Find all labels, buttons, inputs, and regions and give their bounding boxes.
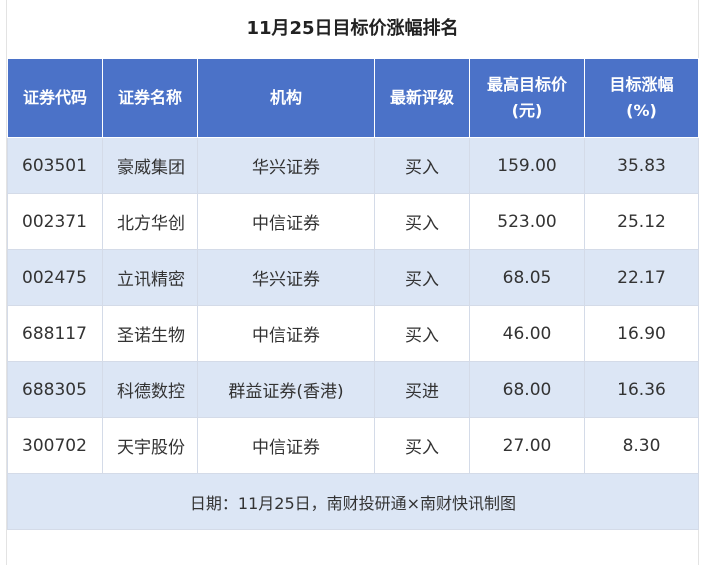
table-row: 603501 豪威集团 华兴证券 买入 159.00 35.83 — [7, 137, 699, 194]
header-code: 证券代码 — [7, 58, 103, 138]
header-rise: 目标涨幅 (%) — [584, 58, 699, 138]
cell-target: 159.00 — [469, 137, 585, 194]
cell-rise: 35.83 — [584, 137, 699, 194]
cell-target: 27.00 — [469, 417, 585, 474]
cell-code: 002371 — [7, 193, 103, 250]
cell-org: 群益证券(香港) — [197, 361, 375, 418]
cell-name: 北方华创 — [102, 193, 198, 250]
cell-name: 豪威集团 — [102, 137, 198, 194]
header-target-line1: 最高目标价 — [486, 75, 567, 94]
cell-rise: 8.30 — [584, 417, 699, 474]
cell-code: 300702 — [7, 417, 103, 474]
cell-rise: 16.90 — [584, 305, 699, 362]
cell-target: 68.05 — [469, 249, 585, 306]
header-target: 最高目标价 (元) — [469, 58, 585, 138]
footer-note: 日期：11月25日，南财投研通×南财快讯制图 — [7, 473, 699, 530]
header-name: 证券名称 — [102, 58, 198, 138]
table-card: 11月25日目标价涨幅排名 证券代码 证券名称 机构 最新评级 最高目标价 (元… — [6, 0, 699, 565]
cell-code: 688117 — [7, 305, 103, 362]
cell-target: 523.00 — [469, 193, 585, 250]
header-target-line2: (元) — [511, 101, 543, 120]
cell-name: 圣诺生物 — [102, 305, 198, 362]
cell-org: 中信证券 — [197, 305, 375, 362]
cell-rise: 16.36 — [584, 361, 699, 418]
table-row: 688305 科德数控 群益证券(香港) 买进 68.00 16.36 — [7, 361, 699, 418]
cell-org: 中信证券 — [197, 417, 375, 474]
cell-rating: 买入 — [374, 417, 470, 474]
cell-rise: 25.12 — [584, 193, 699, 250]
cell-org: 华兴证券 — [197, 137, 375, 194]
bottom-spacer — [7, 530, 698, 552]
page-title: 11月25日目标价涨幅排名 — [246, 18, 459, 39]
cell-name: 天宇股份 — [102, 417, 198, 474]
cell-rating: 买入 — [374, 249, 470, 306]
cell-rating: 买进 — [374, 361, 470, 418]
ranking-table: 证券代码 证券名称 机构 最新评级 最高目标价 (元) 目标涨幅 (%) 603… — [7, 58, 699, 530]
table-row: 002475 立讯精密 华兴证券 买入 68.05 22.17 — [7, 249, 699, 306]
cell-target: 68.00 — [469, 361, 585, 418]
footer-row: 日期：11月25日，南财投研通×南财快讯制图 — [7, 473, 699, 530]
table-row: 300702 天宇股份 中信证券 买入 27.00 8.30 — [7, 417, 699, 474]
cell-target: 46.00 — [469, 305, 585, 362]
cell-code: 688305 — [7, 361, 103, 418]
cell-rating: 买入 — [374, 193, 470, 250]
cell-rating: 买入 — [374, 305, 470, 362]
cell-rating: 买入 — [374, 137, 470, 194]
table-row: 002371 北方华创 中信证券 买入 523.00 25.12 — [7, 193, 699, 250]
cell-org: 中信证券 — [197, 193, 375, 250]
table-row: 688117 圣诺生物 中信证券 买入 46.00 16.90 — [7, 305, 699, 362]
cell-org: 华兴证券 — [197, 249, 375, 306]
header-rise-line1: 目标涨幅 — [609, 75, 674, 94]
header-rise-line2: (%) — [626, 101, 657, 120]
cell-name: 立讯精密 — [102, 249, 198, 306]
header-rating: 最新评级 — [374, 58, 470, 138]
header-row: 证券代码 证券名称 机构 最新评级 最高目标价 (元) 目标涨幅 (%) — [7, 58, 699, 138]
cell-rise: 22.17 — [584, 249, 699, 306]
cell-code: 603501 — [7, 137, 103, 194]
header-org: 机构 — [197, 58, 375, 138]
cell-name: 科德数控 — [102, 361, 198, 418]
cell-code: 002475 — [7, 249, 103, 306]
